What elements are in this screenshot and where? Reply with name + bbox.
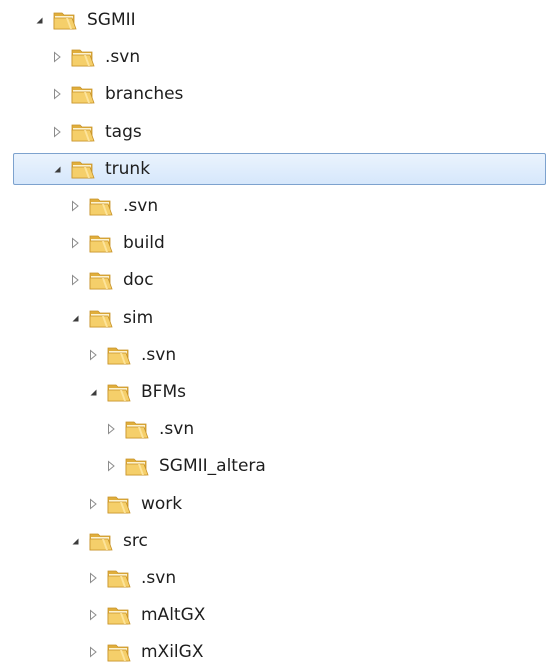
folder-icon	[88, 306, 114, 330]
tree-item-label: trunk	[105, 158, 151, 179]
tree-item-label: mXilGX	[141, 642, 204, 663]
expanded-arrow-icon[interactable]	[86, 385, 100, 399]
folder-icon	[70, 45, 96, 69]
tree-item[interactable]: sim	[0, 302, 547, 334]
tree-item-label: SGMII_altera	[159, 456, 266, 477]
tree-item[interactable]: src	[0, 525, 547, 557]
collapsed-arrow-icon[interactable]	[86, 571, 100, 585]
tree-item[interactable]: SGMII	[0, 4, 547, 36]
folder-icon	[88, 268, 114, 292]
collapsed-arrow-icon[interactable]	[68, 273, 82, 287]
collapsed-arrow-icon[interactable]	[50, 50, 64, 64]
tree-item-label: BFMs	[141, 382, 186, 402]
tree-item[interactable]: .svn	[0, 41, 547, 73]
collapsed-arrow-icon[interactable]	[68, 236, 82, 250]
tree-item[interactable]: SGMII_altera	[0, 450, 547, 482]
collapsed-arrow-icon[interactable]	[86, 645, 100, 659]
folder-icon	[106, 380, 132, 404]
tree-item[interactable]: doc	[0, 264, 547, 296]
folder-icon	[124, 454, 150, 478]
collapsed-arrow-icon[interactable]	[86, 348, 100, 362]
tree-item[interactable]: build	[0, 227, 547, 259]
expanded-arrow-icon[interactable]	[68, 534, 82, 548]
collapsed-arrow-icon[interactable]	[86, 497, 100, 511]
folder-icon	[106, 566, 132, 590]
tree-item-label: src	[123, 530, 148, 551]
folder-icon	[106, 343, 132, 367]
tree-item-label: .svn	[141, 344, 177, 365]
collapsed-arrow-icon[interactable]	[50, 125, 64, 139]
folder-icon	[124, 417, 150, 441]
tree-item[interactable]: trunk	[0, 152, 547, 185]
collapsed-arrow-icon[interactable]	[104, 459, 118, 473]
tree-item[interactable]: .svn	[0, 413, 547, 445]
tree-item-label: .svn	[141, 568, 177, 588]
tree-item-label: sim	[123, 307, 154, 328]
tree-item-label: mAltGX	[141, 605, 206, 626]
expanded-arrow-icon[interactable]	[68, 311, 82, 325]
tree-item[interactable]: work	[0, 488, 547, 520]
folder-icon	[88, 529, 114, 553]
folder-icon	[88, 231, 114, 255]
tree-item-label: SGMII	[87, 10, 136, 30]
tree-item[interactable]: branches	[0, 78, 547, 110]
folder-icon	[106, 492, 132, 516]
folder-icon	[70, 157, 96, 181]
folder-icon	[106, 640, 132, 664]
tree-item-label: branches	[105, 84, 184, 105]
tree-item-label: tags	[105, 121, 142, 142]
tree-item[interactable]: .svn	[0, 190, 547, 222]
collapsed-arrow-icon[interactable]	[104, 422, 118, 436]
tree-item[interactable]: tags	[0, 116, 547, 148]
collapsed-arrow-icon[interactable]	[50, 87, 64, 101]
tree-item-label: .svn	[159, 419, 195, 440]
folder-icon	[52, 8, 78, 32]
tree-item-label: doc	[123, 270, 154, 291]
tree-item[interactable]: mAltGX	[0, 599, 547, 631]
tree-item-label: .svn	[123, 196, 159, 216]
tree-item[interactable]: .svn	[0, 339, 547, 371]
collapsed-arrow-icon[interactable]	[86, 608, 100, 622]
tree-item[interactable]: BFMs	[0, 376, 547, 408]
tree-item-label: work	[141, 493, 183, 514]
tree-item[interactable]: mXilGX	[0, 636, 547, 668]
expanded-arrow-icon[interactable]	[50, 162, 64, 176]
tree-item[interactable]: .svn	[0, 562, 547, 594]
folder-tree: SGMII .svn branches tags trunk .svn build doc si…	[0, 0, 547, 668]
expanded-arrow-icon[interactable]	[32, 13, 46, 27]
folder-icon	[70, 82, 96, 106]
folder-icon	[106, 603, 132, 627]
tree-item-label: .svn	[105, 47, 141, 68]
folder-icon	[88, 194, 114, 218]
folder-icon	[70, 120, 96, 144]
tree-item-label: build	[123, 233, 165, 254]
collapsed-arrow-icon[interactable]	[68, 199, 82, 213]
